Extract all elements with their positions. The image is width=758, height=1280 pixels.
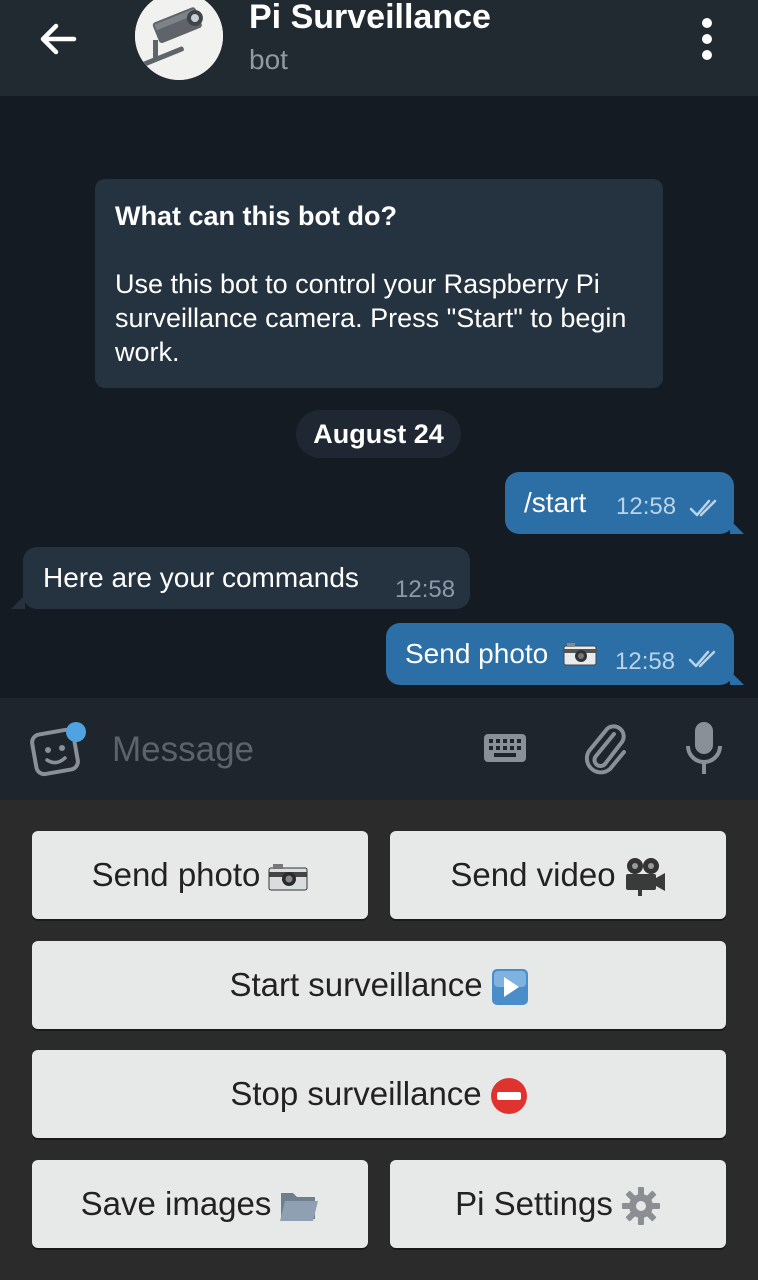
double-check-icon (689, 499, 717, 517)
save-images-button[interactable]: Save images (32, 1160, 368, 1248)
play-button-icon (491, 969, 528, 1006)
pi-settings-button[interactable]: Pi Settings (390, 1160, 726, 1248)
more-menu-button[interactable] (690, 14, 724, 64)
movie-camera-icon (625, 858, 665, 897)
message-text: Here are your commands (43, 562, 359, 593)
message-input[interactable] (110, 724, 444, 776)
arrow-left-icon (40, 23, 77, 55)
message-time: 12:58 (615, 648, 676, 675)
dot-icon (702, 50, 712, 60)
message-time: 12:58 (395, 576, 456, 603)
folder-icon (280, 1193, 319, 1222)
date-separator: August 24 (296, 410, 461, 458)
chat-subtitle: bot (249, 44, 288, 75)
chat-area[interactable]: What can this bot do? Use this bot to co… (0, 96, 758, 698)
message-input-bar (0, 698, 758, 800)
gear-icon (621, 1187, 660, 1226)
voice-record-button[interactable] (684, 720, 724, 778)
bubble-tail (730, 520, 744, 534)
button-label: Stop surveillance (230, 1075, 482, 1112)
message-outgoing[interactable]: Send photo 12:58 (386, 623, 734, 685)
chat-title: Pi Surveillance (249, 0, 491, 36)
button-label: Send video (450, 856, 616, 893)
keyboard-icon (484, 734, 526, 762)
button-label: Send photo (91, 856, 261, 893)
bot-info-card: What can this bot do? Use this bot to co… (95, 179, 663, 388)
paperclip-icon (584, 724, 626, 775)
start-surveillance-button[interactable]: Start surveillance (32, 941, 726, 1029)
bot-reply-keyboard: Send photo Send video Start surveillance… (0, 800, 758, 1280)
bubble-tail (730, 671, 744, 685)
message-outgoing[interactable]: /start 12:58 (505, 472, 734, 534)
bot-avatar[interactable] (135, 0, 223, 80)
message-text: /start (524, 487, 587, 518)
chat-header: Pi Surveillance bot (0, 0, 758, 96)
stop-surveillance-button[interactable]: Stop surveillance (32, 1050, 726, 1138)
dot-icon (702, 18, 712, 28)
sticker-icon (30, 722, 86, 777)
send-photo-button[interactable]: Send photo (32, 831, 368, 919)
bot-info-text: Use this bot to control your Raspberry P… (115, 269, 627, 367)
dot-icon (702, 34, 712, 44)
back-button[interactable] (34, 18, 84, 60)
message-time: 12:58 (616, 493, 677, 520)
button-label: Start surveillance (229, 966, 483, 1003)
double-check-icon (688, 650, 716, 668)
button-label: Save images (80, 1185, 272, 1222)
message-incoming[interactable]: Here are your commands 12:58 (23, 547, 470, 609)
message-text: Send photo (405, 638, 549, 669)
bot-info-title: What can this bot do? (115, 201, 397, 231)
camera-icon (563, 643, 597, 666)
emoji-button[interactable] (30, 720, 90, 780)
microphone-icon (686, 722, 722, 774)
button-label: Pi Settings (455, 1185, 613, 1222)
no-entry-icon (490, 1078, 527, 1115)
camera-icon (268, 864, 308, 891)
security-camera-icon (135, 0, 223, 80)
send-video-button[interactable]: Send video (390, 831, 726, 919)
keyboard-toggle-button[interactable] (482, 730, 530, 766)
bubble-tail (11, 595, 25, 609)
attach-button[interactable] (580, 720, 630, 776)
